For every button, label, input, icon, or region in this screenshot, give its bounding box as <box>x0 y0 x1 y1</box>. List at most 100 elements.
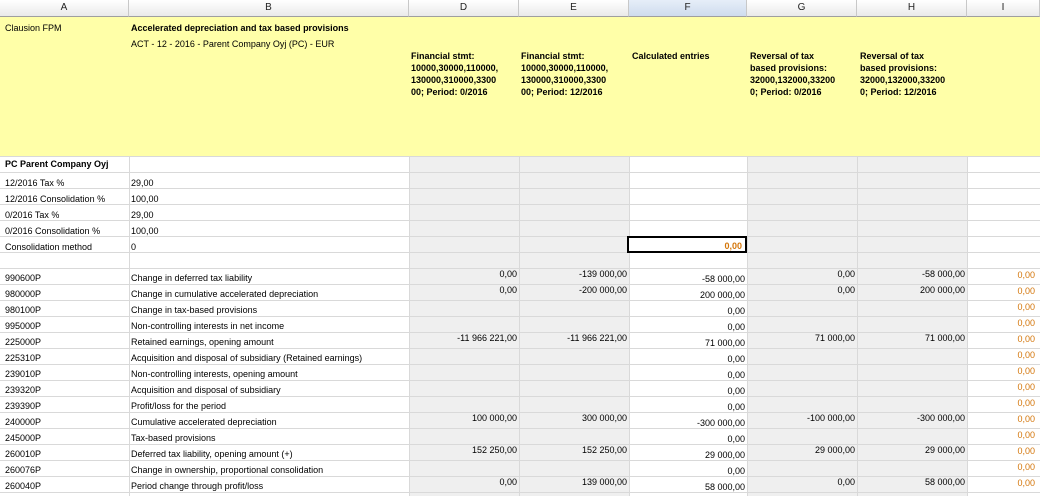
column-header-i[interactable]: I <box>967 0 1040 17</box>
account-description[interactable]: Change in tax-based provisions <box>131 305 257 316</box>
cell-f[interactable]: 0,00 <box>727 370 745 381</box>
cell-i[interactable]: 0,00 <box>1017 446 1035 457</box>
cell-e[interactable]: 152 250,00 <box>582 445 627 456</box>
parameter-value[interactable]: 29,00 <box>131 178 154 189</box>
account-code[interactable]: 245000P <box>5 433 41 444</box>
cell-i[interactable]: 0,00 <box>1017 398 1035 409</box>
account-code[interactable]: 225310P <box>5 353 41 364</box>
account-description[interactable]: Period change through profit/loss <box>131 481 263 492</box>
account-code[interactable]: 260076P <box>5 465 41 476</box>
cell-d[interactable]: -11 966 221,00 <box>457 333 517 344</box>
account-description[interactable]: Retained earnings, opening amount <box>131 337 274 348</box>
account-code[interactable]: 239390P <box>5 401 41 412</box>
cell-i[interactable]: 0,00 <box>1017 430 1035 441</box>
cell-g[interactable]: 0,00 <box>837 269 855 280</box>
account-description[interactable]: Tax-based provisions <box>131 433 216 444</box>
cell-f[interactable]: 29 000,00 <box>705 450 745 461</box>
column-header-g[interactable]: G <box>747 0 857 17</box>
cell-f[interactable]: -300 000,00 <box>697 418 745 429</box>
cell-d[interactable]: 0,00 <box>499 285 517 296</box>
cell-f[interactable]: 71 000,00 <box>705 338 745 349</box>
cell-h[interactable]: 71 000,00 <box>925 333 965 344</box>
account-description[interactable]: Change in deferred tax liability <box>131 273 252 284</box>
selected-cell-f[interactable]: 0,00 <box>627 236 747 253</box>
account-description[interactable]: Profit/loss for the period <box>131 401 226 412</box>
account-code[interactable]: 260010P <box>5 449 41 460</box>
cell-g[interactable]: 0,00 <box>837 477 855 488</box>
account-code[interactable]: 260040P <box>5 481 41 492</box>
account-description[interactable]: Change in ownership, proportional consol… <box>131 465 323 476</box>
cell-g[interactable]: 29 000,00 <box>815 445 855 456</box>
cell-d[interactable]: 0,00 <box>499 477 517 488</box>
account-description[interactable]: Change in cumulative accelerated depreci… <box>131 289 318 300</box>
account-description[interactable]: Cumulative accelerated depreciation <box>131 417 277 428</box>
cell-f[interactable]: 0,00 <box>727 402 745 413</box>
account-description[interactable]: Acquisition and disposal of subsidiary <box>131 385 281 396</box>
cell-f[interactable]: 0,00 <box>727 322 745 333</box>
cell-i[interactable]: 0,00 <box>1017 350 1035 361</box>
cell-i[interactable]: 0,00 <box>1017 366 1035 377</box>
column-header-f[interactable]: F <box>629 0 747 17</box>
cell-i[interactable]: 0,00 <box>1017 462 1035 473</box>
cell-f[interactable]: 0,00 <box>727 434 745 445</box>
column-header-bar: A B D E F G H I <box>0 0 1040 17</box>
parameter-value[interactable]: 100,00 <box>131 226 159 237</box>
column-header-a[interactable]: A <box>0 0 129 17</box>
cell-i[interactable]: 0,00 <box>1017 318 1035 329</box>
cell-h[interactable]: 58 000,00 <box>925 477 965 488</box>
account-code[interactable]: 980000P <box>5 289 41 300</box>
cell-i[interactable]: 0,00 <box>1017 270 1035 281</box>
cell-e[interactable]: -11 966 221,00 <box>567 333 627 344</box>
account-description[interactable]: Non-controlling interests, opening amoun… <box>131 369 298 380</box>
grid-row-line <box>0 412 1040 413</box>
cell-f[interactable]: 0,00 <box>727 466 745 477</box>
cell-f[interactable]: 0,00 <box>727 306 745 317</box>
cell-e[interactable]: 139 000,00 <box>582 477 627 488</box>
cell-i[interactable]: 0,00 <box>1017 414 1035 425</box>
cell-h[interactable]: 200 000,00 <box>920 285 965 296</box>
cell-f[interactable]: 200 000,00 <box>700 290 745 301</box>
grid-column-line <box>967 156 968 496</box>
cell-h[interactable]: -58 000,00 <box>922 269 965 280</box>
account-description[interactable]: Acquisition and disposal of subsidiary (… <box>131 353 362 364</box>
cell-h[interactable]: -300 000,00 <box>917 413 965 424</box>
column-header-h[interactable]: H <box>857 0 967 17</box>
cell-i[interactable]: 0,00 <box>1017 382 1035 393</box>
account-code[interactable]: 225000P <box>5 337 41 348</box>
cell-f[interactable]: 58 000,00 <box>705 482 745 493</box>
cell-g[interactable]: -100 000,00 <box>807 413 855 424</box>
parameter-value[interactable]: 0 <box>131 242 136 253</box>
account-code[interactable]: 240000P <box>5 417 41 428</box>
cell-e[interactable]: -139 000,00 <box>579 269 627 280</box>
cell-f[interactable]: 0,00 <box>727 386 745 397</box>
cell-d[interactable]: 0,00 <box>499 269 517 280</box>
cell-d[interactable]: 152 250,00 <box>472 445 517 456</box>
cell-i[interactable]: 0,00 <box>1017 302 1035 313</box>
column-header-e[interactable]: E <box>519 0 629 17</box>
column-header-b[interactable]: B <box>129 0 409 17</box>
account-code[interactable]: 239010P <box>5 369 41 380</box>
cell-d[interactable]: 100 000,00 <box>472 413 517 424</box>
cell-e[interactable]: -200 000,00 <box>579 285 627 296</box>
parameter-value[interactable]: 100,00 <box>131 194 159 205</box>
cell-i[interactable]: 0,00 <box>1017 286 1035 297</box>
account-description[interactable]: Non-controlling interests in net income <box>131 321 284 332</box>
cell-g[interactable]: 0,00 <box>837 285 855 296</box>
grid-row-line <box>0 492 1040 493</box>
grid-row-line <box>0 444 1040 445</box>
cell-g[interactable]: 71 000,00 <box>815 333 855 344</box>
cell-f[interactable]: -58 000,00 <box>702 274 745 285</box>
column-header-d[interactable]: D <box>409 0 519 17</box>
account-code[interactable]: 980100P <box>5 305 41 316</box>
account-code[interactable]: 995000P <box>5 321 41 332</box>
report-title: Accelerated depreciation and tax based p… <box>131 23 349 33</box>
account-code[interactable]: 990600P <box>5 273 41 284</box>
account-code[interactable]: 239320P <box>5 385 41 396</box>
cell-i[interactable]: 0,00 <box>1017 334 1035 345</box>
cell-e[interactable]: 300 000,00 <box>582 413 627 424</box>
cell-i[interactable]: 0,00 <box>1017 478 1035 489</box>
parameter-value[interactable]: 29,00 <box>131 210 154 221</box>
cell-f[interactable]: 0,00 <box>727 354 745 365</box>
account-description[interactable]: Deferred tax liability, opening amount (… <box>131 449 293 460</box>
cell-h[interactable]: 29 000,00 <box>925 445 965 456</box>
